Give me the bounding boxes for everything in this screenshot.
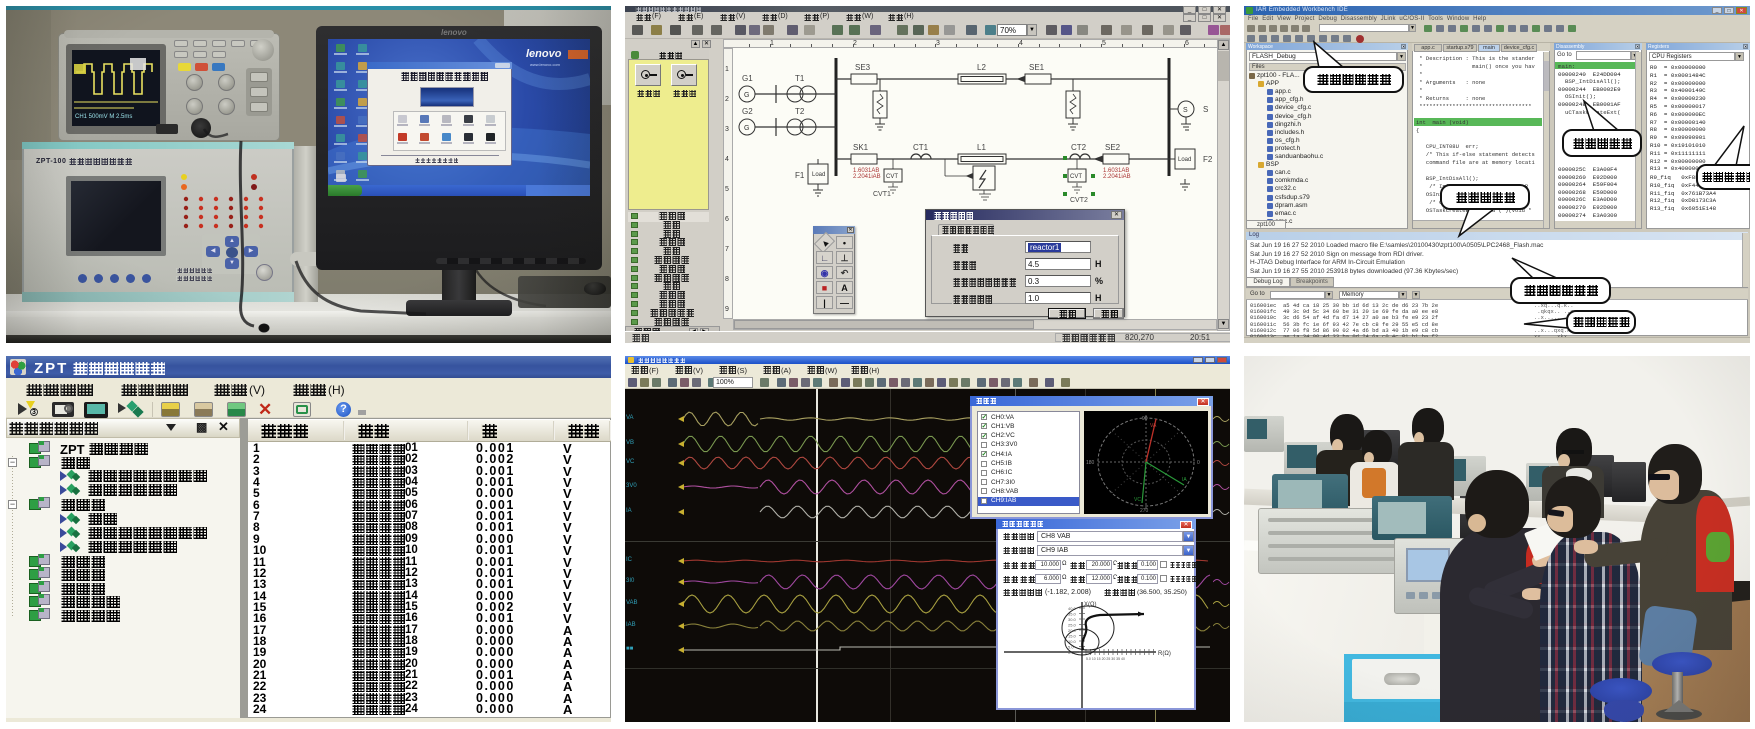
svg-text:G: G bbox=[744, 125, 749, 132]
svg-text:30.0: 30.0 bbox=[1068, 617, 1077, 622]
svg-text:CVT: CVT bbox=[1070, 174, 1082, 180]
svg-text:VC: VC bbox=[1134, 497, 1141, 503]
svg-text:90: 90 bbox=[1142, 416, 1148, 422]
svg-text:F1: F1 bbox=[795, 171, 805, 180]
svg-text:S: S bbox=[1203, 105, 1208, 114]
svg-text:G2: G2 bbox=[742, 107, 753, 116]
svg-text:25.0: 25.0 bbox=[1068, 623, 1077, 628]
svg-text:G: G bbox=[744, 92, 749, 99]
svg-text:L2: L2 bbox=[977, 63, 986, 72]
svg-text:SE1: SE1 bbox=[1029, 63, 1045, 72]
svg-text:SE2: SE2 bbox=[1105, 143, 1121, 152]
svg-text:S: S bbox=[1183, 107, 1188, 114]
svg-text:CT2: CT2 bbox=[1071, 143, 1087, 152]
svg-text:Load: Load bbox=[1178, 157, 1191, 163]
svg-text:5.0 10 15 20 25 30 35 40: 5.0 10 15 20 25 30 35 40 bbox=[1086, 657, 1125, 661]
svg-text:270: 270 bbox=[1140, 508, 1149, 514]
svg-text:F2: F2 bbox=[1203, 155, 1213, 164]
svg-text:2.2041iAB: 2.2041iAB bbox=[1103, 174, 1131, 180]
svg-text:VA: VA bbox=[1150, 423, 1157, 429]
svg-text:SE3: SE3 bbox=[855, 63, 871, 72]
svg-text:R(Ω): R(Ω) bbox=[1158, 651, 1171, 657]
svg-text:2.2041iAB: 2.2041iAB bbox=[853, 174, 881, 180]
svg-text:180: 180 bbox=[1086, 460, 1095, 466]
svg-text:T1: T1 bbox=[795, 74, 805, 83]
svg-text:0: 0 bbox=[1197, 460, 1200, 466]
svg-text:SK1: SK1 bbox=[853, 143, 869, 152]
svg-text:L1: L1 bbox=[977, 143, 986, 152]
svg-text:CVT1: CVT1 bbox=[873, 191, 891, 198]
svg-text:Load: Load bbox=[812, 172, 825, 178]
svg-text:G1: G1 bbox=[742, 74, 753, 83]
svg-text:15.0: 15.0 bbox=[1068, 634, 1077, 639]
svg-text:CVT: CVT bbox=[886, 174, 898, 180]
svg-text:CVT2: CVT2 bbox=[1070, 197, 1088, 204]
svg-text:IA: IA bbox=[1182, 477, 1187, 483]
svg-text:CT1: CT1 bbox=[913, 143, 929, 152]
svg-text:T2: T2 bbox=[795, 107, 805, 116]
